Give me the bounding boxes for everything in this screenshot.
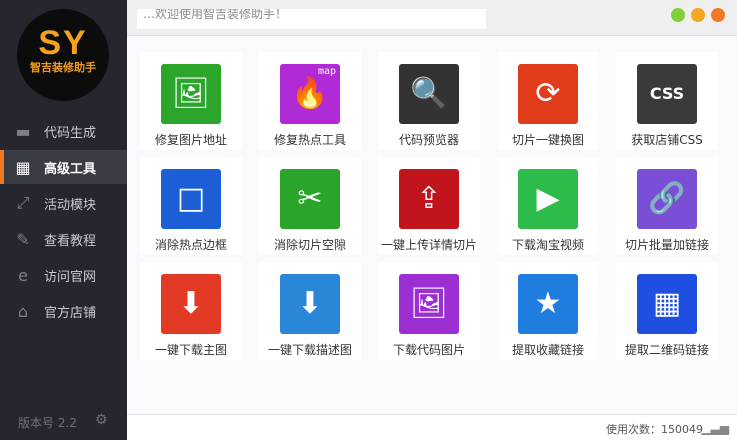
usage-count: 使用次数：150049 <box>606 423 703 436</box>
tool-card[interactable]: ★ 提取收藏链接 <box>497 262 599 360</box>
sidebar-item-label: 查看教程 <box>44 233 97 249</box>
tool-icon: ✂ <box>280 169 340 229</box>
version-label: 版本号 2.2 <box>18 416 77 430</box>
tool-label: 提取二维码链接 <box>624 343 709 357</box>
tool-label: 一键上传详情切片 <box>380 238 477 252</box>
tool-card[interactable]: CSS 获取店铺CSS <box>616 52 718 150</box>
tool-glyph-icon: ▦ <box>652 286 682 321</box>
store-icon: ⌂ <box>17 301 29 321</box>
tool-glyph-icon: 🖼 <box>409 286 449 321</box>
tool-glyph-icon: 🔥 <box>291 76 329 111</box>
expand-icon: ⤢ <box>16 193 30 212</box>
maximize-button[interactable] <box>691 8 705 22</box>
tool-card[interactable]: 🖼 下载代码图片 <box>378 262 480 360</box>
tool-card[interactable]: ▶ 下载淘宝视频 <box>497 157 599 255</box>
logo-subtitle: 智吉装修助手 <box>30 61 96 74</box>
close-button[interactable] <box>711 8 725 22</box>
tool-card[interactable]: 🔗 切片批量加链接 <box>616 157 718 255</box>
tools-grid: 🖼 修复图片地址 map 🔥 修复热点工具 🔍 代码预览器 ⟳ 切片一键换图 CSS 获取店铺CSS… <box>127 37 737 414</box>
sidebar-item-5[interactable]: ⌂ 官方店铺 <box>0 294 127 328</box>
tool-card[interactable]: ⟳ 切片一键换图 <box>497 52 599 150</box>
tool-label: 切片批量加链接 <box>624 238 709 252</box>
tool-glyph-icon: ★ <box>534 286 562 321</box>
tool-icon: CSS <box>637 64 697 124</box>
tool-label: 代码预览器 <box>398 133 459 147</box>
tool-glyph-icon: 🔗 <box>648 181 686 216</box>
logo-title: SY <box>38 24 88 62</box>
tool-label: 修复热点工具 <box>273 133 346 147</box>
tool-card[interactable]: ▦ 提取二维码链接 <box>616 262 718 360</box>
tool-label: 获取店铺CSS <box>631 133 703 147</box>
tool-icon: ▦ <box>637 274 697 334</box>
tool-glyph-icon: ⇪ <box>416 181 442 216</box>
sidebar-item-2[interactable]: ⤢ 活动模块 <box>0 186 127 220</box>
minimize-button[interactable] <box>671 8 685 22</box>
sidebar-item-3[interactable]: ✎ 查看教程 <box>0 222 127 256</box>
sidebar-item-0[interactable]: ▬ 代码生成 <box>0 114 127 148</box>
tool-glyph-icon: ▶ <box>536 181 560 216</box>
tool-card[interactable]: □ 消除热点边框 <box>140 157 242 255</box>
grid-icon: ▦ <box>15 157 31 177</box>
pen-icon: ✎ <box>16 229 30 249</box>
tool-icon: 🔗 <box>637 169 697 229</box>
tool-icon: ⬇ <box>280 274 340 334</box>
tool-label: 一键下载描述图 <box>267 343 352 357</box>
tool-icon: □ <box>161 169 221 229</box>
tool-card[interactable]: 🖼 修复图片地址 <box>140 52 242 150</box>
notice-marquee: …欢迎使用智吉装修助手！ <box>137 9 486 29</box>
tool-label: 消除热点边框 <box>154 238 227 252</box>
tool-label: 提取收藏链接 <box>511 343 584 357</box>
tool-icon: 🖼 <box>161 64 221 124</box>
sidebar-item-label: 活动模块 <box>44 197 97 213</box>
sidebar-item-4[interactable]: e 访问官网 <box>0 258 127 292</box>
sidebar: SY 智吉装修助手 ▬ 代码生成 ▦ 高级工具 ⤢ 活动模块 ✎ 查看教程 e 访问官网 ⌂ 官方店铺… <box>0 0 127 440</box>
tool-glyph-icon: CSS <box>649 84 685 103</box>
sidebar-item-label: 高级工具 <box>44 161 97 177</box>
tool-icon: ⬇ <box>161 274 221 334</box>
top-bar: …欢迎使用智吉装修助手！ <box>127 0 737 36</box>
tool-icon: 🖼 <box>399 274 459 334</box>
tool-glyph-icon: 🔍 <box>410 76 448 111</box>
sidebar-item-label: 官方店铺 <box>44 305 97 321</box>
tool-glyph-icon: ⟳ <box>535 76 561 111</box>
app-logo: SY 智吉装修助手 <box>17 9 109 101</box>
tool-icon: ⇪ <box>399 169 459 229</box>
status-bar: 使用次数：150049 ▁▃▅ <box>127 414 737 440</box>
tool-glyph-icon: ⬇ <box>178 286 204 321</box>
tool-icon: map 🔥 <box>280 64 340 124</box>
sidebar-item-1[interactable]: ▦ 高级工具 <box>0 150 127 184</box>
tool-label: 切片一键换图 <box>511 133 584 147</box>
tool-icon: ▶ <box>518 169 578 229</box>
tool-glyph-icon: ⬇ <box>297 286 323 321</box>
tool-icon: ⟳ <box>518 64 578 124</box>
tool-card[interactable]: ⬇ 一键下载主图 <box>140 262 242 360</box>
map-badge: map <box>317 66 336 77</box>
tool-label: 修复图片地址 <box>154 133 227 147</box>
tool-icon: ★ <box>518 274 578 334</box>
tool-card[interactable]: map 🔥 修复热点工具 <box>259 52 361 150</box>
tool-icon: 🔍 <box>399 64 459 124</box>
tool-glyph-icon: □ <box>176 181 206 216</box>
tool-card[interactable]: ✂ 消除切片空隙 <box>259 157 361 255</box>
tool-label: 下载淘宝视频 <box>511 238 584 252</box>
toolbox-icon: ▬ <box>15 121 31 141</box>
ie-icon: e <box>18 265 28 285</box>
tool-label: 消除切片空隙 <box>273 238 346 252</box>
tool-card[interactable]: ⬇ 一键下载描述图 <box>259 262 361 360</box>
tool-card[interactable]: ⇪ 一键上传详情切片 <box>378 157 480 255</box>
tool-glyph-icon: ✂ <box>297 181 323 216</box>
sidebar-item-label: 访问官网 <box>44 269 97 285</box>
tool-glyph-icon: 🖼 <box>171 76 211 111</box>
tool-label: 一键下载主图 <box>154 343 227 357</box>
tool-card[interactable]: 🔍 代码预览器 <box>378 52 480 150</box>
gear-icon[interactable]: ⚙ <box>95 412 108 428</box>
signal-bars-icon: ▁▃▅ <box>701 421 729 435</box>
tool-label: 下载代码图片 <box>392 343 465 357</box>
sidebar-item-label: 代码生成 <box>44 125 97 141</box>
